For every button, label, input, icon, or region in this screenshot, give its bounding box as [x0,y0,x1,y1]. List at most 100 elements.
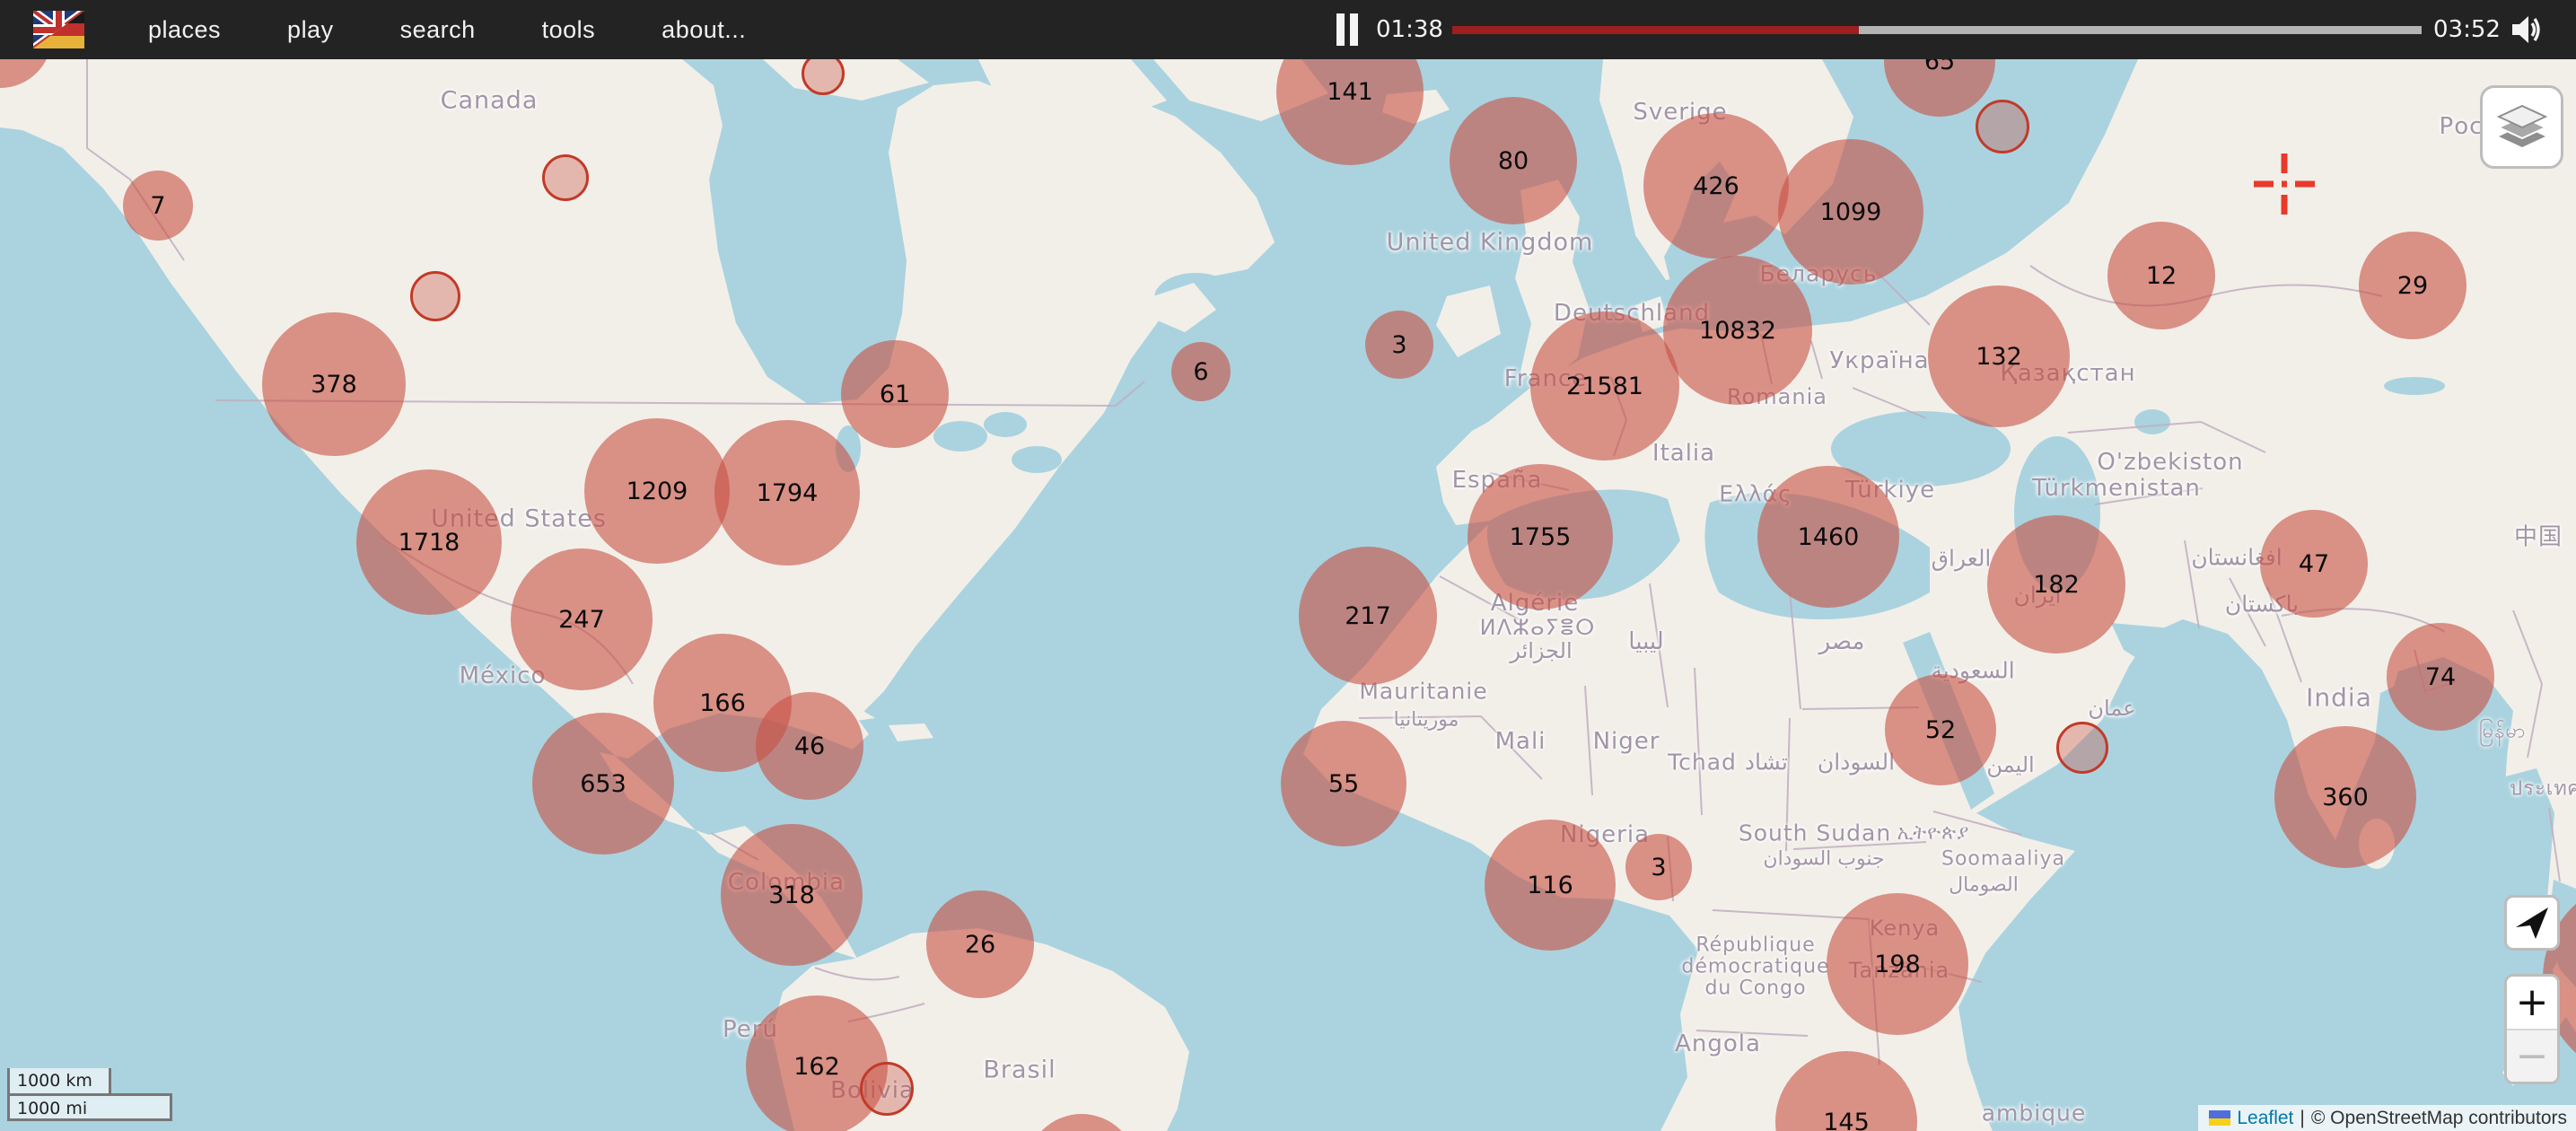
cluster-count: 182 [2033,571,2080,599]
cluster-marker[interactable]: 132 [1928,285,2070,427]
scale-km: 1000 km [7,1068,111,1096]
cluster-count: 12 [2146,262,2177,290]
cluster-count: 1099 [1820,198,1882,226]
uk-german-flag-icon[interactable] [33,11,84,48]
country-label: Tchad تشاد [1668,750,1788,776]
country-label: South Sudan [1739,820,1891,846]
cluster-count: 55 [1328,770,1359,798]
country-label: العراق [1932,546,1992,572]
menu-item-places[interactable]: places [148,16,221,44]
cluster-count: 46 [794,732,825,760]
cluster-count: 217 [1345,602,1391,630]
circle-marker[interactable] [860,1062,914,1116]
layers-control-button[interactable] [2480,85,2563,169]
cluster-marker[interactable]: 29 [2359,232,2466,339]
country-label: démocratique [1681,956,1829,978]
cluster-marker[interactable]: 1718 [356,469,502,615]
country-label: Niger [1593,728,1660,755]
map-canvas[interactable]: CanadaUnited StatesMéxicoColombiaPerúBol… [0,0,2576,1131]
country-label: République [1695,934,1815,957]
cluster-marker[interactable]: 1460 [1757,466,1899,608]
cluster-marker[interactable]: 47 [2260,510,2368,618]
cluster-marker[interactable]: 1099 [1778,139,1923,285]
cluster-marker[interactable]: 318 [721,824,863,966]
cluster-count: 162 [793,1053,840,1081]
circle-marker[interactable] [542,154,589,201]
cluster-count: 1794 [757,479,819,507]
cluster-marker[interactable]: 52 [1885,674,1996,785]
country-label: United Kingdom [1387,229,1594,257]
cluster-marker[interactable]: 162 [746,995,888,1131]
country-label: Canada [441,87,539,115]
cluster-marker[interactable]: 26 [926,890,1034,998]
cluster-count: 132 [1976,343,2022,371]
cluster-count: 21581 [1566,373,1643,400]
locate-arrow-icon [2512,903,2552,942]
circle-marker[interactable] [1976,100,2029,153]
country-label: Angola [1675,1030,1761,1057]
cluster-marker[interactable]: 247 [511,548,653,690]
cluster-count: 3 [1651,854,1666,881]
cluster-marker[interactable]: 46 [756,692,863,800]
cluster-marker[interactable]: 10832 [1663,256,1812,405]
cluster-marker[interactable]: 360 [2274,726,2416,868]
cluster-marker[interactable]: 21581 [1530,311,1679,460]
cluster-count: 29 [2397,272,2428,300]
circle-marker[interactable] [410,271,460,321]
cluster-count: 61 [880,381,910,408]
cluster-count: 80 [1498,147,1529,175]
menu-item-about[interactable]: about... [662,16,746,44]
pause-icon[interactable] [1335,13,1360,46]
cluster-count: 1460 [1798,523,1860,551]
cluster-marker[interactable]: 61 [841,340,949,448]
circle-marker[interactable] [2056,722,2108,774]
cluster-marker[interactable]: 12 [2107,222,2215,329]
attribution-bar: Leaflet | © OpenStreetMap contributors [2198,1105,2576,1131]
cluster-marker[interactable]: 3 [1365,311,1433,379]
menu-item-play[interactable]: play [287,16,334,44]
locate-me-button[interactable] [2504,895,2560,951]
menu-item-tools[interactable]: tools [542,16,596,44]
speaker-icon[interactable] [2509,13,2543,47]
cluster-marker[interactable]: 6 [1171,342,1231,401]
cluster-count: 3 [1391,331,1406,359]
cluster-marker[interactable]: 74 [2387,623,2494,731]
cluster-marker[interactable]: 426 [1643,113,1789,259]
cluster-marker-edge[interactable] [1026,1114,1137,1131]
cluster-marker[interactable]: 1755 [1468,464,1613,609]
cluster-count: 47 [2299,550,2329,578]
cluster-marker[interactable]: 198 [1827,893,1968,1035]
cluster-marker[interactable]: 378 [262,312,406,456]
cluster-count: 1718 [399,529,460,557]
cluster-marker[interactable]: 217 [1299,547,1437,685]
cluster-marker[interactable]: 653 [532,713,674,855]
country-label: ليبيا [1628,628,1663,655]
cluster-marker[interactable]: 7 [123,171,193,241]
zoom-out-button[interactable]: − [2507,1030,2557,1083]
cluster-marker[interactable]: 80 [1450,97,1577,224]
app-window: CanadaUnited StatesMéxicoColombiaPerúBol… [0,0,2576,1131]
progress-bar[interactable] [1452,26,2422,34]
cluster-marker[interactable]: 3 [1625,834,1692,900]
country-label: جنوب السودان [1763,848,1884,871]
country-label: Україна [1829,347,1929,374]
cluster-marker[interactable]: 116 [1485,820,1616,951]
country-label: السودان [1818,750,1895,776]
cluster-count: 74 [2425,663,2456,691]
country-label: الجزائر [1510,638,1572,663]
country-label: مصر [1819,628,1865,655]
layers-icon [2497,104,2547,151]
zoom-in-button[interactable]: + [2507,977,2557,1029]
cluster-marker[interactable]: 182 [1987,515,2125,653]
menu-item-search[interactable]: search [400,16,476,44]
country-label: Türkmenistan [2032,475,2201,502]
cluster-count: 145 [1823,1109,1870,1131]
cluster-marker[interactable]: 145 [1775,1051,1917,1131]
cluster-marker[interactable]: 55 [1281,721,1406,846]
leaflet-link[interactable]: Leaflet [2237,1108,2293,1129]
attribution-separator: | [2300,1108,2304,1129]
cluster-count: 26 [965,931,995,959]
cluster-marker[interactable]: 1794 [714,420,860,566]
progress-bar-fill [1452,26,1859,34]
cluster-marker[interactable]: 1209 [584,418,730,564]
